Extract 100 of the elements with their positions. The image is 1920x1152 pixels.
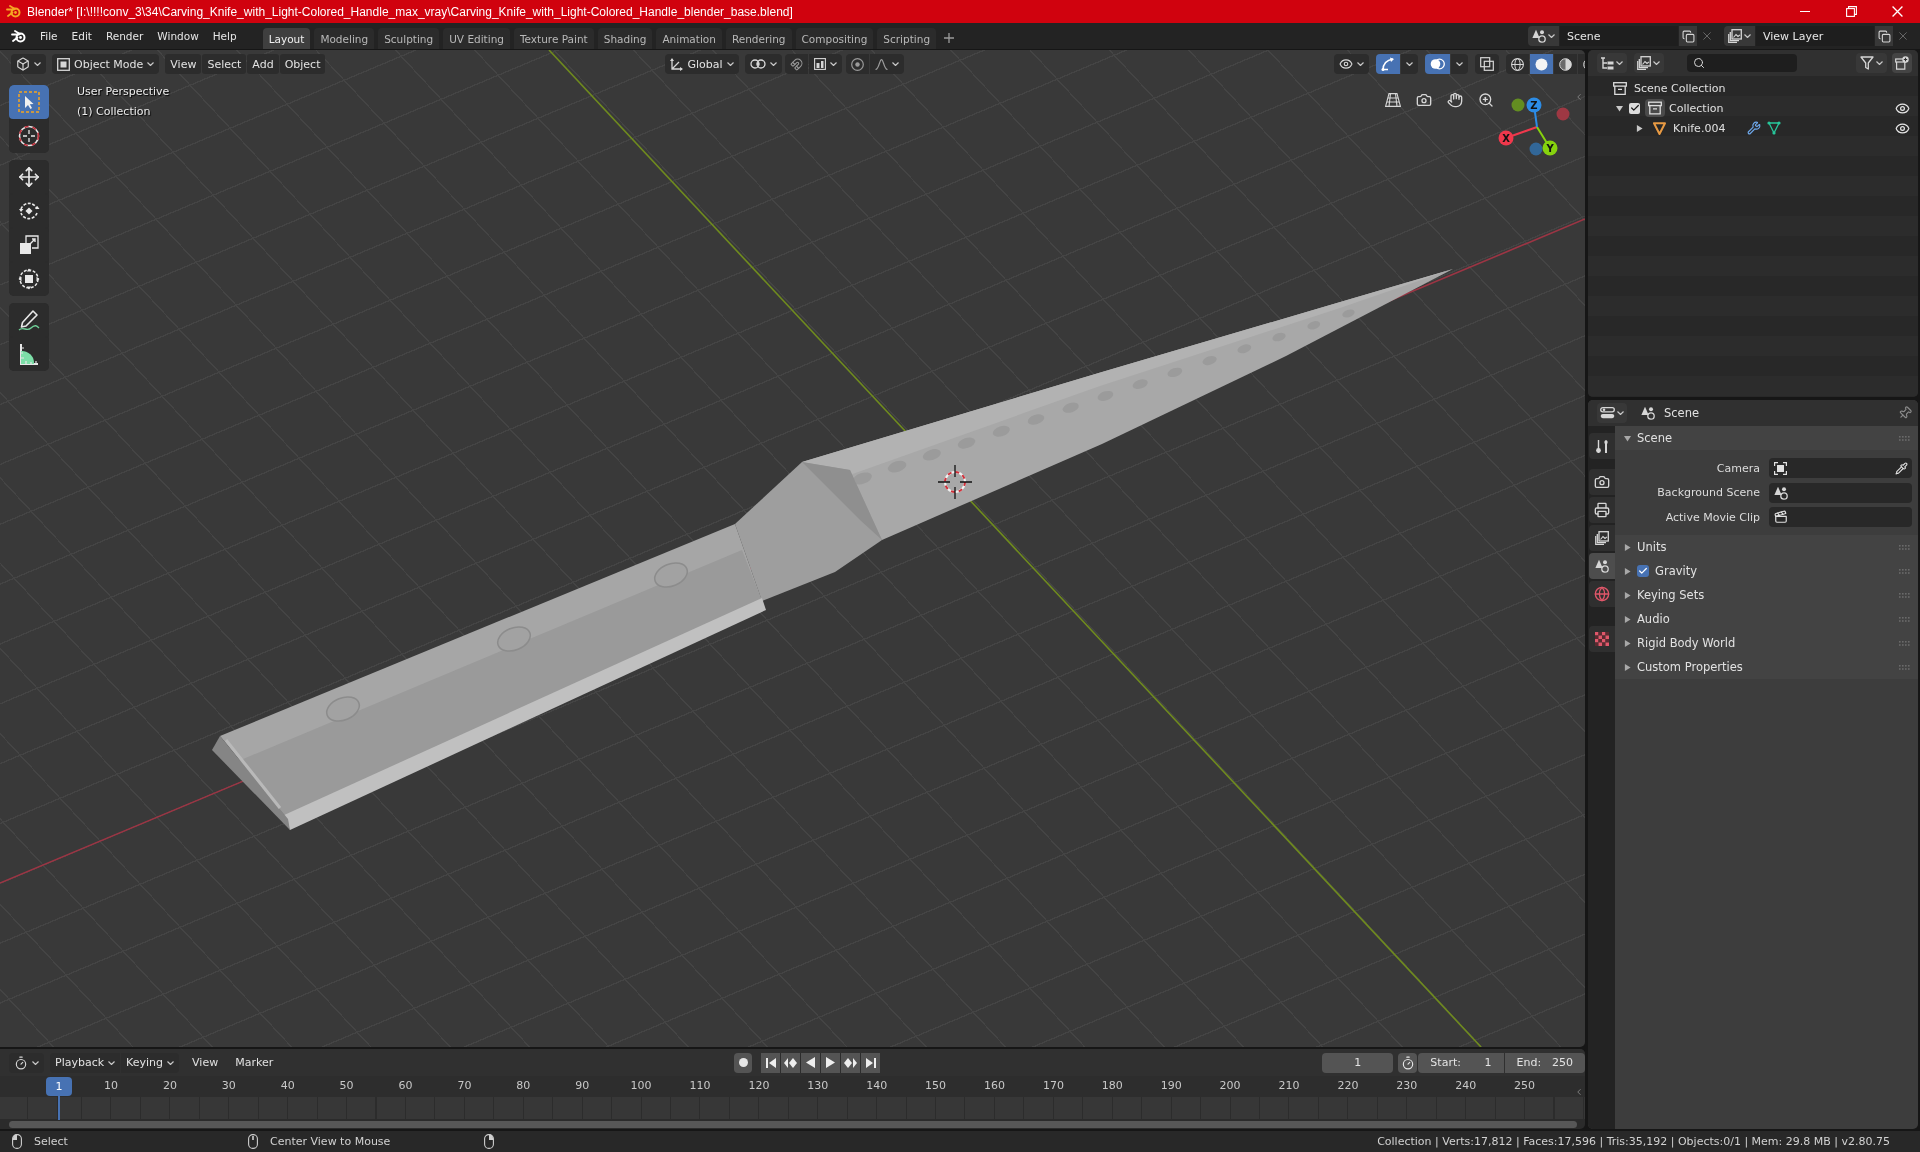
collapsed-triangle-icon[interactable] <box>1636 124 1643 132</box>
workspace-tab[interactable]: UV Editing <box>443 28 510 49</box>
play-button[interactable] <box>821 1052 841 1073</box>
collapsed-triangle-icon[interactable] <box>1624 543 1631 551</box>
workspace-tab[interactable]: Layout <box>262 28 311 49</box>
collapsed-triangle-icon[interactable] <box>1624 663 1631 671</box>
panel-title[interactable]: Audio <box>1637 612 1670 626</box>
timeline-dropdown[interactable]: Keying <box>121 1052 180 1073</box>
preview-range-toggle[interactable] <box>1398 1052 1418 1073</box>
drag-handle-icon[interactable] <box>1899 568 1910 574</box>
panel-title[interactable]: Scene <box>1637 431 1673 445</box>
properties-tab[interactable] <box>1589 525 1615 551</box>
workspace-tab[interactable]: Rendering <box>725 28 792 49</box>
drag-handle-icon[interactable] <box>1899 640 1910 646</box>
filter-dropdown[interactable] <box>1856 53 1888 73</box>
workspace-tab[interactable]: Sculpting <box>378 28 440 49</box>
play-reverse-button[interactable] <box>801 1052 821 1073</box>
eyedropper-icon[interactable] <box>1895 461 1908 475</box>
viewport-toggle-dropdown[interactable] <box>1450 54 1468 74</box>
object-field[interactable] <box>1769 507 1912 527</box>
shading-mode-button[interactable] <box>1553 54 1577 74</box>
viewport-toggle[interactable] <box>1375 54 1400 74</box>
menu-item[interactable]: Render <box>99 26 150 46</box>
header-menu-item[interactable]: Select <box>202 54 247 74</box>
menu-item[interactable]: Edit <box>65 26 98 46</box>
drag-handle-icon[interactable] <box>1899 435 1910 441</box>
mode-dropdown[interactable]: Object Mode <box>52 54 160 74</box>
gizmo-axis-button[interactable]: X <box>1498 130 1514 146</box>
outliner-item-label[interactable]: Knife.004 <box>1673 121 1726 135</box>
search-field[interactable] <box>1686 54 1798 72</box>
shading-mode-button[interactable] <box>1505 54 1529 74</box>
workspace-tab[interactable]: Scripting <box>877 28 937 49</box>
expanded-triangle-icon[interactable] <box>1624 434 1631 442</box>
drag-handle-icon[interactable] <box>1899 592 1910 598</box>
workspace-tab[interactable]: Shading <box>597 28 653 49</box>
shading-mode-button[interactable] <box>1529 54 1553 74</box>
editor-type-button[interactable] <box>11 54 46 74</box>
collapsed-triangle-icon[interactable] <box>1624 567 1631 575</box>
orientation-dropdown[interactable]: Global <box>665 54 739 74</box>
viewport-toggle-dropdown[interactable] <box>1400 54 1418 74</box>
header-menu-item[interactable]: View <box>165 54 202 74</box>
end-frame-field[interactable]: End: 250 <box>1504 1052 1585 1073</box>
drag-handle-icon[interactable] <box>1899 664 1910 670</box>
horizontal-scrollbar[interactable] <box>9 1120 1577 1128</box>
view-layer-name-field[interactable]: View Layer <box>1756 26 1874 46</box>
header-menu-item[interactable]: Add <box>247 54 279 74</box>
panel-checkbox[interactable] <box>1637 565 1649 577</box>
scene-browse-button[interactable] <box>1528 26 1559 46</box>
timeline-dropdown[interactable]: Playback <box>50 1052 121 1073</box>
workspace-tab[interactable]: Modeling <box>314 28 375 49</box>
object-field[interactable] <box>1769 458 1912 478</box>
expanded-triangle-icon[interactable] <box>1616 104 1623 112</box>
collapsed-triangle-icon[interactable] <box>1624 591 1631 599</box>
wrench-icon[interactable] <box>1747 121 1762 135</box>
previous-keyframe-button[interactable] <box>781 1052 801 1073</box>
menu-item[interactable]: File <box>34 26 64 46</box>
snap-element-dropdown[interactable] <box>808 54 842 74</box>
object-field[interactable] <box>1769 482 1912 503</box>
gizmo-axis-button[interactable]: Y <box>1542 140 1558 156</box>
outliner-item-label[interactable]: Scene Collection <box>1634 81 1726 95</box>
collapsed-triangle-icon[interactable] <box>1624 639 1631 647</box>
gizmo-negative-axis-icon[interactable] <box>1511 98 1525 112</box>
current-frame-field[interactable]: 1 <box>1322 1052 1394 1073</box>
editor-type-button[interactable] <box>1597 53 1627 73</box>
workspace-tab[interactable]: Animation <box>656 28 722 49</box>
workspace-tab[interactable]: Texture Paint <box>513 28 594 49</box>
scene-name-field[interactable]: Scene <box>1560 26 1678 46</box>
auto-keying-button[interactable] <box>734 1052 753 1073</box>
panel-title[interactable]: Units <box>1637 540 1667 554</box>
falloff-dropdown[interactable] <box>869 54 904 74</box>
properties-tab[interactable] <box>1589 497 1615 523</box>
collapsed-triangle-icon[interactable] <box>1624 615 1631 623</box>
gizmo-axis-button[interactable]: Z <box>1526 97 1542 113</box>
header-menu-item[interactable]: Marker <box>229 1052 280 1073</box>
start-frame-field[interactable]: Start: 1 <box>1418 1052 1504 1073</box>
snap-toggle[interactable] <box>784 54 808 74</box>
new-view-layer-button[interactable] <box>1875 26 1893 46</box>
drag-handle-icon[interactable] <box>1899 616 1910 622</box>
panel-title[interactable]: Gravity <box>1655 564 1697 578</box>
panel-title[interactable]: Rigid Body World <box>1637 636 1736 650</box>
view-layer-browse-button[interactable] <box>1724 26 1755 46</box>
next-keyframe-button[interactable] <box>841 1052 861 1073</box>
jump-to-end-button[interactable] <box>861 1052 881 1073</box>
viewport-toggle[interactable] <box>1474 54 1499 74</box>
properties-tab[interactable] <box>1589 433 1615 459</box>
header-menu-item[interactable]: Object <box>279 54 326 74</box>
editor-type-button[interactable] <box>9 1052 44 1073</box>
new-collection-button[interactable] <box>1892 53 1912 73</box>
jump-to-start-button[interactable] <box>761 1052 781 1073</box>
chevron-left-icon[interactable] <box>1574 1087 1584 1097</box>
current-frame-indicator[interactable]: 1 <box>46 1077 72 1096</box>
header-menu-item[interactable]: View <box>186 1052 225 1073</box>
proportional-editing-toggle[interactable] <box>845 54 869 74</box>
drag-handle-icon[interactable] <box>1899 544 1910 550</box>
properties-tab[interactable] <box>1589 469 1615 495</box>
visibility-toggle[interactable] <box>1895 120 1910 136</box>
viewport-toggle[interactable] <box>1424 54 1450 74</box>
outliner-item-label[interactable]: Collection <box>1669 101 1724 115</box>
properties-tab[interactable] <box>1589 553 1615 579</box>
visibility-dropdown[interactable] <box>1333 54 1369 74</box>
